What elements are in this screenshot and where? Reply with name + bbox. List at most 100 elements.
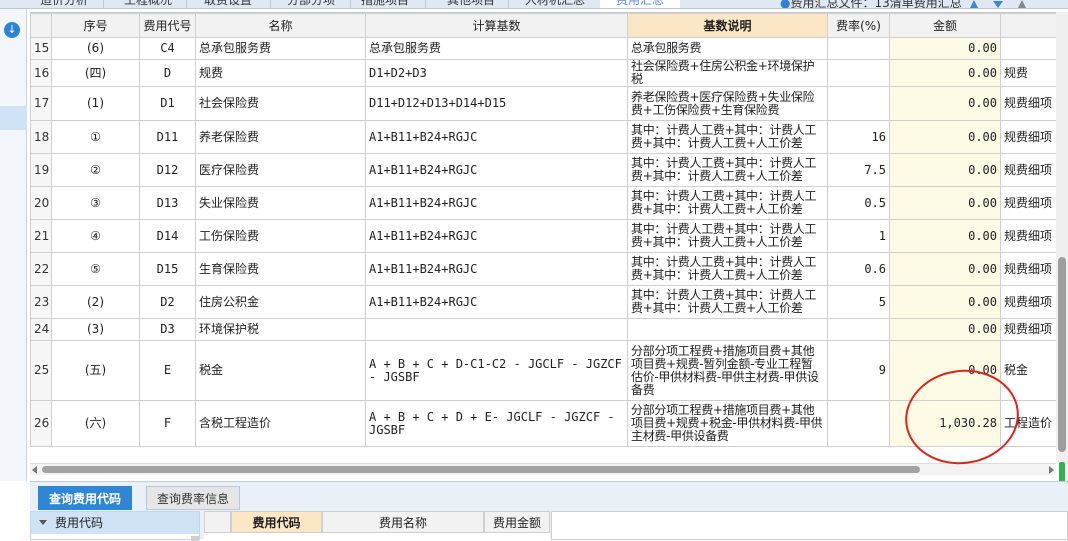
rate-cell[interactable]	[827, 400, 890, 447]
base-desc-cell[interactable]: 社会保险费+住房公积金+环境保护税	[627, 59, 828, 87]
col-header-fee-category[interactable]	[1000, 13, 1058, 38]
row-number-cell[interactable]: 17	[30, 86, 52, 121]
fee-name-cell[interactable]: 住房公积金	[195, 285, 366, 319]
col-header-amount[interactable]: 金额	[889, 13, 1001, 38]
fee-code-cell[interactable]: D3	[139, 318, 196, 341]
rate-cell[interactable]: 0.5	[827, 186, 890, 220]
base-desc-cell[interactable]	[627, 318, 828, 341]
fee-code-cell[interactable]: D13	[139, 186, 196, 220]
base-formula-cell[interactable]: D1+D2+D3	[365, 59, 628, 87]
tab-measures[interactable]: 措施项目	[357, 0, 413, 8]
base-formula-cell[interactable]: A + B + C + D + E- JGCLF - JGZCF - JGSBF	[365, 400, 628, 447]
rate-cell[interactable]	[827, 37, 890, 60]
seq-cell[interactable]: ②	[51, 153, 140, 187]
tab-query-fee-code[interactable]: 查询费用代码	[38, 486, 133, 510]
fee-code-cell[interactable]: D1	[139, 86, 196, 121]
fee-name-cell[interactable]: 总承包服务费	[195, 37, 366, 60]
formula-editor[interactable]	[551, 511, 1068, 540]
col-header-fee-code[interactable]: 费用代码	[231, 511, 322, 533]
table-row[interactable]: 19 ② D12 医疗保险费 A1+B11+B24+RGJC 其中：计费人工费+其中：计费…	[30, 153, 1058, 187]
seq-cell[interactable]: (1)	[51, 86, 140, 121]
table-row[interactable]: 26 (六) F 含税工程造价 A + B + C + D + E- JGCLF - J…	[30, 400, 1058, 447]
rate-cell[interactable]: 7.5	[827, 153, 890, 187]
more-icon[interactable]	[1018, 0, 1026, 8]
fee-code-cell[interactable]: D14	[139, 219, 196, 253]
base-desc-cell[interactable]: 其中：计费人工费+其中：计费人工费+其中：计费人工费+人工价差	[627, 120, 828, 154]
fee-name-cell[interactable]: 含税工程造价	[195, 400, 366, 447]
base-desc-cell[interactable]: 其中：计费人工费+其中：计费人工费+其中：计费人工费+人工价差	[627, 186, 828, 220]
amount-cell[interactable]: 0.00	[889, 186, 1001, 220]
fee-name-cell[interactable]: 工伤保险费	[195, 219, 366, 253]
row-number-cell[interactable]: 23	[30, 285, 52, 319]
col-header-fee-amount[interactable]: 费用金额	[484, 511, 550, 533]
fee-category-cell[interactable]: 规费细项	[1000, 153, 1058, 187]
amount-cell[interactable]: 0.00	[889, 252, 1001, 286]
fee-category-cell[interactable]: 工程造价	[1000, 400, 1058, 447]
fee-name-cell[interactable]: 养老保险费	[195, 120, 366, 154]
fee-name-cell[interactable]: 环境保护税	[195, 318, 366, 341]
base-formula-cell[interactable]: A1+B11+B24+RGJC	[365, 153, 628, 187]
base-formula-cell[interactable]: A1+B11+B24+RGJC	[365, 120, 628, 154]
amount-cell[interactable]: 0.00	[889, 153, 1001, 187]
rate-cell[interactable]: 16	[827, 120, 890, 154]
amount-cell[interactable]: 0.00	[889, 285, 1001, 319]
fee-code-cell[interactable]: E	[139, 340, 196, 401]
table-row[interactable]: 18 ① D11 养老保险费 A1+B11+B24+RGJC 其中：计费人工费+其中：计费…	[30, 120, 1058, 154]
tab-query-fee-rate[interactable]: 查询费率信息	[146, 486, 241, 510]
horizontal-scrollbar[interactable]	[30, 463, 1056, 475]
fee-code-cell[interactable]: D	[139, 59, 196, 87]
base-formula-cell[interactable]: A1+B11+B24+RGJC	[365, 186, 628, 220]
rate-cell[interactable]	[827, 59, 890, 87]
fee-name-cell[interactable]: 规费	[195, 59, 366, 87]
fee-category-cell[interactable]: 规费细项	[1000, 285, 1058, 319]
base-formula-cell[interactable]: D11+D12+D13+D14+D15	[365, 86, 628, 121]
collapse-down-icon[interactable]: ↓	[4, 22, 20, 38]
fee-name-cell[interactable]: 医疗保险费	[195, 153, 366, 187]
tab-fee-settings[interactable]: 取费设置	[200, 0, 256, 8]
rate-cell[interactable]: 1	[827, 219, 890, 253]
scroll-left-icon[interactable]	[32, 466, 37, 474]
fee-category-cell[interactable]: 税金	[1000, 340, 1058, 401]
scroll-right-icon[interactable]	[1049, 466, 1054, 474]
table-row[interactable]: 16 (四) D 规费 D1+D2+D3 社会保险费+住房公积金+环境保护税 0.00 规费	[30, 59, 1058, 87]
col-header-name[interactable]: 名称	[195, 13, 366, 38]
tree-node-fee-code[interactable]: 费用代码	[31, 512, 199, 534]
base-desc-cell[interactable]: 分部分项工程费+措施项目费+其他项目费+规费-暂列金额-专业工程暂估价-甲供材料…	[627, 340, 828, 401]
seq-cell[interactable]: ③	[51, 186, 140, 220]
fee-category-cell[interactable]: 规费细项	[1000, 86, 1058, 121]
row-number-cell[interactable]: 20	[30, 186, 52, 220]
row-number-cell[interactable]: 26	[30, 400, 52, 447]
col-header-rate[interactable]: 费率(%)	[827, 13, 890, 38]
fee-category-cell[interactable]: 规费细项	[1000, 318, 1058, 341]
seq-cell[interactable]: ⑤	[51, 252, 140, 286]
fee-name-cell[interactable]: 失业保险费	[195, 186, 366, 220]
row-number-cell[interactable]: 15	[30, 37, 52, 60]
rate-cell[interactable]	[827, 86, 890, 121]
move-down-icon[interactable]	[993, 1, 1003, 8]
fee-category-cell[interactable]: 规费	[1000, 59, 1058, 87]
row-number-cell[interactable]: 22	[30, 252, 52, 286]
move-up-icon[interactable]	[970, 0, 978, 8]
rate-cell[interactable]	[827, 318, 890, 341]
base-desc-cell[interactable]: 总承包服务费	[627, 37, 828, 60]
fee-code-cell[interactable]: D11	[139, 120, 196, 154]
base-formula-cell[interactable]: A1+B11+B24+RGJC	[365, 219, 628, 253]
tab-other-items[interactable]: 其他项目	[443, 0, 499, 8]
row-number-cell[interactable]: 18	[30, 120, 52, 154]
row-number-cell[interactable]: 19	[30, 153, 52, 187]
amount-cell[interactable]: 0.00	[889, 59, 1001, 87]
fee-category-cell[interactable]	[1000, 37, 1058, 60]
row-number-cell[interactable]: 16	[30, 59, 52, 87]
seq-cell[interactable]: ①	[51, 120, 140, 154]
base-desc-cell[interactable]: 分部分项工程费+措施项目费+其他项目费+规费+税金-甲供材料费-甲供主材费-甲供…	[627, 400, 828, 447]
base-formula-cell[interactable]: A1+B11+B24+RGJC	[365, 252, 628, 286]
fee-code-cell[interactable]: F	[139, 400, 196, 447]
table-row[interactable]: 24 (3) D3 环境保护税 0.00 规费细项	[30, 318, 1058, 341]
table-row[interactable]: 23 (2) D2 住房公积金 A1+B11+B24+RGJC 其中：计费人工费+其中：计…	[30, 285, 1058, 319]
rate-cell[interactable]: 0.6	[827, 252, 890, 286]
table-row[interactable]: 15 (6) C4 总承包服务费 总承包服务费 总承包服务费 0.00	[30, 37, 1058, 60]
fee-category-cell[interactable]: 规费细项	[1000, 186, 1058, 220]
base-desc-cell[interactable]: 其中：计费人工费+其中：计费人工费+其中：计费人工费+人工价差	[627, 252, 828, 286]
fee-name-cell[interactable]: 社会保险费	[195, 86, 366, 121]
amount-cell[interactable]: 0.00	[889, 37, 1001, 60]
